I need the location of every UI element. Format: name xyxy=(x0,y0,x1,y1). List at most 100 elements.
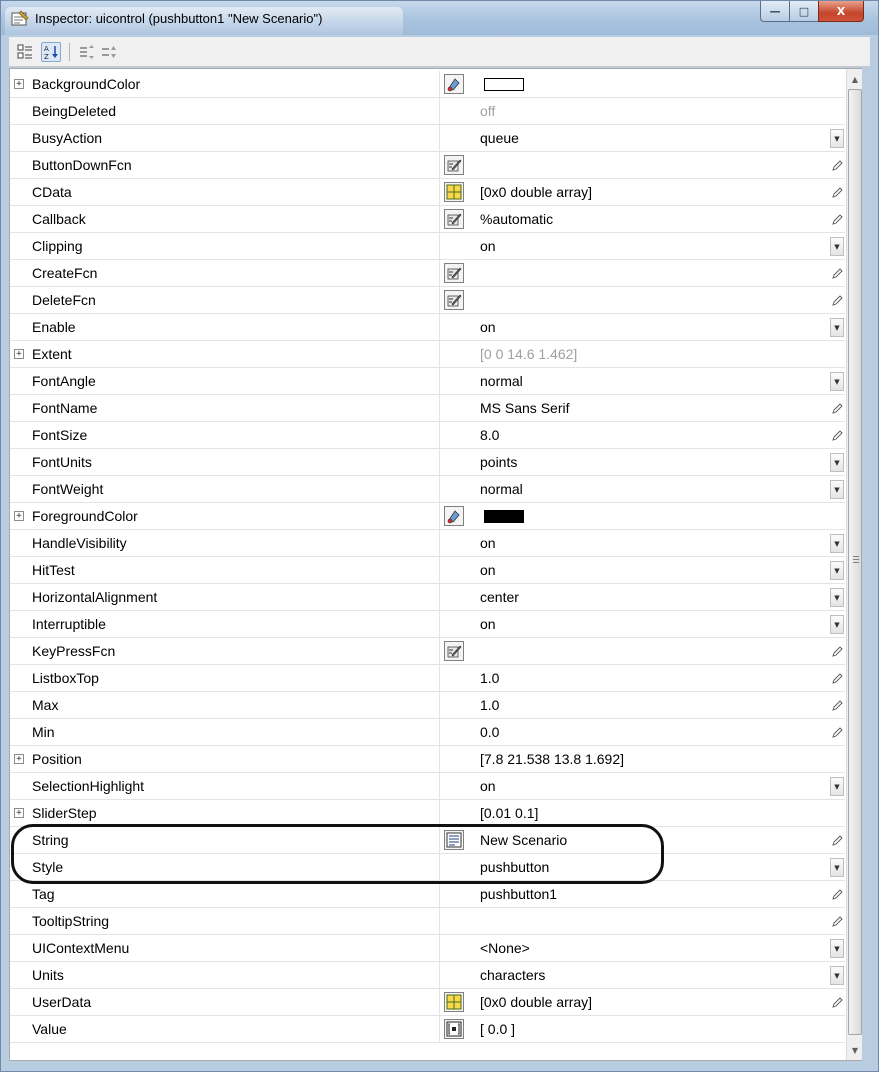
property-value[interactable]: 1.0 xyxy=(480,697,499,713)
dropdown-arrow-icon[interactable]: ▼ xyxy=(830,561,844,580)
property-row-foregroundcolor[interactable]: + ForegroundColor xyxy=(10,503,845,530)
property-value[interactable]: on xyxy=(480,319,496,335)
pencil-icon[interactable] xyxy=(830,399,844,418)
scroll-up-icon[interactable]: ▲ xyxy=(847,71,863,87)
property-value[interactable]: normal xyxy=(480,481,523,497)
callback-editor-icon[interactable] xyxy=(444,641,464,661)
property-row-extent[interactable]: + Extent [0 0 14.6 1.462] xyxy=(10,341,845,368)
dropdown-arrow-icon[interactable]: ▼ xyxy=(830,372,844,391)
pencil-icon[interactable] xyxy=(830,696,844,715)
dropdown-arrow-icon[interactable]: ▼ xyxy=(830,939,844,958)
property-value[interactable]: [0x0 double array] xyxy=(480,994,592,1010)
property-row-units[interactable]: Units characters ▼ xyxy=(10,962,845,989)
property-value[interactable]: [ 0.0 ] xyxy=(480,1021,515,1037)
pencil-icon[interactable] xyxy=(830,156,844,175)
dropdown-arrow-icon[interactable]: ▼ xyxy=(830,858,844,877)
dropdown-arrow-icon[interactable]: ▼ xyxy=(830,534,844,553)
property-row-busyaction[interactable]: BusyAction queue ▼ xyxy=(10,125,845,152)
callback-editor-icon[interactable] xyxy=(444,209,464,229)
property-row-enable[interactable]: Enable on ▼ xyxy=(10,314,845,341)
callback-editor-icon[interactable] xyxy=(444,290,464,310)
property-row-backgroundcolor[interactable]: + BackgroundColor xyxy=(10,71,845,98)
property-row-listboxtop[interactable]: ListboxTop 1.0 xyxy=(10,665,845,692)
dropdown-arrow-icon[interactable]: ▼ xyxy=(830,966,844,985)
property-row-fontsize[interactable]: FontSize 8.0 xyxy=(10,422,845,449)
dropdown-arrow-icon[interactable]: ▼ xyxy=(830,237,844,256)
property-row-hittest[interactable]: HitTest on ▼ xyxy=(10,557,845,584)
property-value[interactable]: on xyxy=(480,616,496,632)
property-value[interactable]: 0.0 xyxy=(480,724,499,740)
property-value[interactable]: pushbutton xyxy=(480,859,549,875)
property-value[interactable]: characters xyxy=(480,967,545,983)
expand-icon[interactable]: + xyxy=(14,754,24,764)
property-row-fontunits[interactable]: FontUnits points ▼ xyxy=(10,449,845,476)
property-row-interruptible[interactable]: Interruptible on ▼ xyxy=(10,611,845,638)
property-value[interactable]: on xyxy=(480,535,496,551)
pencil-icon[interactable] xyxy=(830,426,844,445)
property-row-cdata[interactable]: CData [0x0 double array] xyxy=(10,179,845,206)
pencil-icon[interactable] xyxy=(830,723,844,742)
property-value[interactable]: center xyxy=(480,589,519,605)
expand-icon[interactable]: + xyxy=(14,349,24,359)
property-value[interactable]: <None> xyxy=(480,940,530,956)
maximize-button[interactable]: □ xyxy=(789,1,818,22)
array-editor-icon[interactable] xyxy=(444,182,464,202)
property-row-min[interactable]: Min 0.0 xyxy=(10,719,845,746)
dropdown-arrow-icon[interactable]: ▼ xyxy=(830,453,844,472)
expand-icon[interactable]: + xyxy=(14,511,24,521)
dropdown-arrow-icon[interactable]: ▼ xyxy=(830,615,844,634)
categorized-view-button[interactable] xyxy=(15,42,35,62)
property-value[interactable]: points xyxy=(480,454,517,470)
color-picker-icon[interactable] xyxy=(444,506,464,526)
property-row-horizontalalignment[interactable]: HorizontalAlignment center ▼ xyxy=(10,584,845,611)
property-row-value[interactable]: Value [ 0.0 ] xyxy=(10,1016,845,1043)
minimize-button[interactable]: — xyxy=(760,1,789,22)
property-row-fontweight[interactable]: FontWeight normal ▼ xyxy=(10,476,845,503)
property-row-position[interactable]: + Position [7.8 21.538 13.8 1.692] xyxy=(10,746,845,773)
property-row-max[interactable]: Max 1.0 xyxy=(10,692,845,719)
property-value[interactable]: on xyxy=(480,238,496,254)
property-value[interactable]: pushbutton1 xyxy=(480,886,557,902)
pencil-icon[interactable] xyxy=(830,183,844,202)
vertical-scrollbar[interactable]: ▲ ▼ xyxy=(846,69,862,1060)
callback-editor-icon[interactable] xyxy=(444,155,464,175)
property-value[interactable]: [0x0 double array] xyxy=(480,184,592,200)
dropdown-arrow-icon[interactable]: ▼ xyxy=(830,777,844,796)
property-value[interactable]: [0.01 0.1] xyxy=(480,805,538,821)
expand-all-button[interactable] xyxy=(77,42,97,62)
property-row-sliderstep[interactable]: + SliderStep [0.01 0.1] xyxy=(10,800,845,827)
property-row-fontname[interactable]: FontName MS Sans Serif xyxy=(10,395,845,422)
property-value[interactable]: New Scenario xyxy=(480,832,567,848)
close-button[interactable]: X xyxy=(818,1,864,22)
expand-icon[interactable]: + xyxy=(14,808,24,818)
property-row-userdata[interactable]: UserData [0x0 double array] xyxy=(10,989,845,1016)
property-value[interactable]: MS Sans Serif xyxy=(480,400,569,416)
scroll-down-icon[interactable]: ▼ xyxy=(847,1042,863,1058)
property-value[interactable]: [7.8 21.538 13.8 1.692] xyxy=(480,751,624,767)
property-row-uicontextmenu[interactable]: UIContextMenu <None> ▼ xyxy=(10,935,845,962)
pencil-icon[interactable] xyxy=(830,264,844,283)
pencil-icon[interactable] xyxy=(830,993,844,1012)
property-row-beingdeleted[interactable]: BeingDeleted off xyxy=(10,98,845,125)
property-value[interactable]: queue xyxy=(480,130,519,146)
pencil-icon[interactable] xyxy=(830,831,844,850)
property-row-clipping[interactable]: Clipping on ▼ xyxy=(10,233,845,260)
pencil-icon[interactable] xyxy=(830,291,844,310)
property-row-callback[interactable]: Callback %automatic xyxy=(10,206,845,233)
dropdown-arrow-icon[interactable]: ▼ xyxy=(830,318,844,337)
property-value[interactable]: %automatic xyxy=(480,211,553,227)
property-value[interactable]: 8.0 xyxy=(480,427,499,443)
property-row-style[interactable]: Style pushbutton ▼ xyxy=(10,854,845,881)
property-row-string[interactable]: String New Scenario xyxy=(10,827,845,854)
property-row-deletefcn[interactable]: DeleteFcn xyxy=(10,287,845,314)
property-value[interactable]: on xyxy=(480,778,496,794)
property-row-tooltipstring[interactable]: TooltipString xyxy=(10,908,845,935)
property-row-createfcn[interactable]: CreateFcn xyxy=(10,260,845,287)
property-row-buttondownfcn[interactable]: ButtonDownFcn xyxy=(10,152,845,179)
dropdown-arrow-icon[interactable]: ▼ xyxy=(830,480,844,499)
property-row-handlevisibility[interactable]: HandleVisibility on ▼ xyxy=(10,530,845,557)
alphabetical-sort-button[interactable]: A Z xyxy=(41,42,61,62)
dropdown-arrow-icon[interactable]: ▼ xyxy=(830,588,844,607)
pencil-icon[interactable] xyxy=(830,210,844,229)
dropdown-arrow-icon[interactable]: ▼ xyxy=(830,129,844,148)
